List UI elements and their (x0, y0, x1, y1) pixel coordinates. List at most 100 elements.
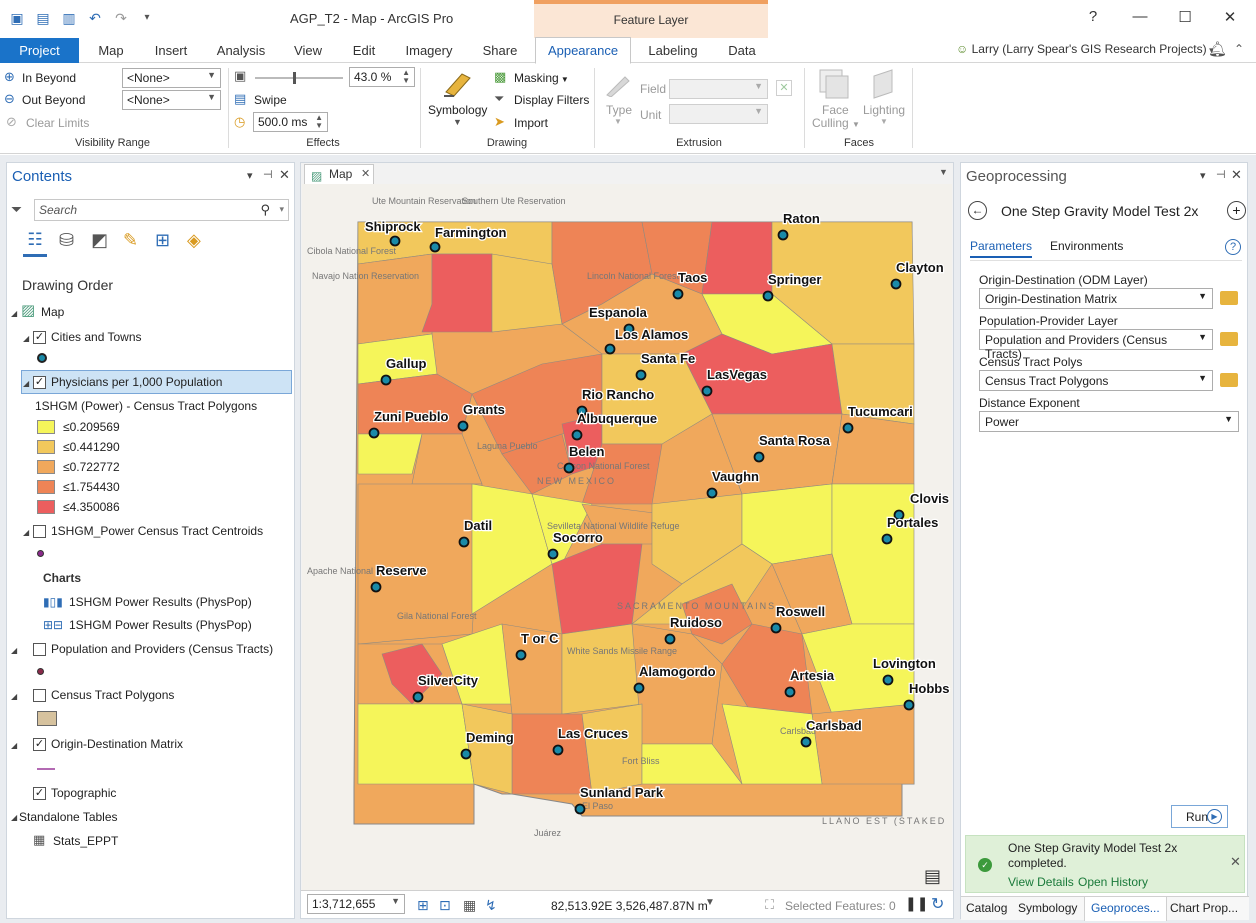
back-arrow-icon[interactable]: ← (968, 201, 987, 220)
display-filters-button[interactable]: Display Filters (514, 93, 589, 107)
view-details-link[interactable]: View Details (1008, 875, 1074, 889)
toc-census-tract-polygons[interactable]: Census Tract Polygons (51, 688, 174, 702)
collapse-icon[interactable]: ◢ (23, 334, 29, 343)
import-button[interactable]: Import (514, 116, 548, 130)
map-view-tab[interactable]: ▨ Map ✕ (304, 164, 374, 184)
correction-icon[interactable]: ↯ (485, 898, 497, 912)
symbology-button[interactable]: Symbology (428, 103, 487, 117)
list-by-drawing-order-icon[interactable]: ☷ (23, 231, 47, 257)
open-project-icon[interactable]: ▤ (34, 10, 52, 26)
close-pane-icon[interactable]: ✕ (279, 167, 290, 183)
transparency-slider[interactable] (255, 72, 343, 84)
in-beyond-button[interactable]: In Beyond (22, 71, 76, 85)
close-button[interactable]: ✕ (1220, 8, 1240, 26)
toc-stats-table[interactable]: Stats_EPPT (53, 834, 118, 848)
browse-folder-icon[interactable] (1220, 373, 1238, 387)
swipe-button[interactable]: Swipe (254, 93, 287, 107)
pop-providers-visibility-checkbox[interactable] (33, 643, 46, 656)
tab-view[interactable]: View (284, 38, 332, 63)
tab-appearance[interactable]: Appearance (535, 37, 631, 64)
list-by-editing-icon[interactable]: ✎ (123, 231, 138, 249)
save-project-icon[interactable]: ▥ (60, 10, 78, 26)
pin-icon[interactable]: ⊣ (263, 168, 273, 181)
collapse-icon[interactable]: ◢ (11, 309, 17, 318)
tab-symbology[interactable]: Symbology (1018, 901, 1077, 915)
minimize-button[interactable]: — (1130, 8, 1150, 25)
browse-folder-icon[interactable] (1220, 291, 1238, 305)
toc-map[interactable]: Map (41, 305, 64, 319)
tab-catalog[interactable]: Catalog (966, 901, 1007, 915)
tab-project[interactable]: Project (0, 38, 79, 63)
toc-centroids[interactable]: 1SHGM_Power Census Tract Centroids (51, 524, 263, 538)
toc-chart-histogram[interactable]: 1SHGM Power Results (PhysPop) (69, 595, 252, 609)
toc-chart-boxplot[interactable]: 1SHGM Power Results (PhysPop) (69, 618, 252, 632)
contents-search-input[interactable]: Search ⚲ ▾ (34, 199, 289, 221)
tab-map[interactable]: Map (86, 38, 136, 63)
close-pane-icon[interactable]: ✕ (1231, 167, 1242, 183)
tab-imagery[interactable]: Imagery (398, 38, 460, 63)
collapse-icon[interactable]: ◢ (23, 379, 29, 388)
ribbon-minimize-icon[interactable]: ⌃ (1234, 42, 1244, 56)
customize-qat-icon[interactable]: ▾ (138, 10, 156, 26)
tab-share[interactable]: Share (472, 38, 528, 63)
spinner-icon[interactable]: ▲ ▼ (402, 69, 410, 85)
out-beyond-button[interactable]: Out Beyond (22, 93, 85, 107)
tab-geoprocessing[interactable]: Geoproces... (1084, 897, 1167, 921)
tab-insert[interactable]: Insert (145, 38, 197, 63)
list-by-data-source-icon[interactable]: ⛁ (59, 231, 74, 249)
out-beyond-scale-select[interactable]: <None> ▼ (122, 90, 221, 110)
collapse-icon[interactable]: ◢ (23, 528, 29, 537)
spinner-icon[interactable]: ▲ ▼ (315, 114, 323, 130)
legend-swatch-class-5[interactable] (37, 500, 55, 514)
add-icon[interactable]: + (1227, 201, 1246, 220)
param-distance-exponent-select[interactable]: Power ▼ (979, 411, 1239, 432)
cities-visibility-checkbox[interactable]: ✓ (33, 331, 46, 344)
search-icon[interactable]: ⚲ (260, 202, 270, 218)
notification-bell-icon[interactable]: 🔔︎ (1208, 40, 1227, 58)
list-by-labeling-icon[interactable]: ◈ (187, 231, 201, 249)
tab-labeling[interactable]: Labeling (640, 38, 706, 63)
refresh-icon[interactable]: ↻ (931, 894, 944, 914)
legend-swatch-class-2[interactable] (37, 440, 55, 454)
scale-lock-icon[interactable]: ⊞ (417, 898, 429, 912)
help-icon[interactable]: ? (1225, 239, 1241, 255)
snapping-icon[interactable]: ⊡ (439, 898, 451, 912)
list-by-selection-icon[interactable]: ◩ (91, 231, 108, 249)
user-account[interactable]: ☺ Larry (Larry Spear's GIS Research Proj… (956, 42, 1214, 56)
view-list-dropdown-icon[interactable]: ▼ (939, 167, 948, 177)
in-beyond-scale-select[interactable]: <None> ▼ (122, 68, 221, 88)
toc-population-providers[interactable]: Population and Providers (Census Tracts) (51, 642, 273, 656)
collapse-icon[interactable]: ◢ (11, 813, 17, 822)
transparency-input[interactable]: 43.0 % ▲ ▼ (349, 67, 415, 87)
toc-cities-and-towns[interactable]: Cities and Towns (51, 330, 142, 344)
collapse-icon[interactable]: ◢ (11, 646, 17, 655)
masking-button[interactable]: Masking ▼ (514, 71, 569, 85)
pane-options-icon[interactable]: ▾ (247, 169, 253, 182)
tract-polygons-visibility-checkbox[interactable] (33, 689, 46, 702)
list-by-snapping-icon[interactable]: ⊞ (155, 231, 170, 249)
toc-physicians-per-1000[interactable]: Physicians per 1,000 Population (51, 375, 222, 389)
transparency-slider-thumb[interactable] (292, 72, 296, 84)
param-pop-provider-select[interactable]: Population and Providers (Census Tracts)… (979, 329, 1213, 361)
run-button[interactable]: Run ▶ (1171, 805, 1228, 828)
toc-topographic-basemap[interactable]: Topographic (51, 786, 116, 800)
tab-chart-properties[interactable]: Chart Prop... (1170, 901, 1238, 915)
tab-parameters[interactable]: Parameters (970, 239, 1033, 258)
physicians-visibility-checkbox[interactable]: ✓ (33, 376, 46, 389)
pause-drawing-icon[interactable]: ❚❚ (905, 895, 928, 912)
centroids-visibility-checkbox[interactable] (33, 525, 46, 538)
legend-swatch-class-1[interactable] (37, 420, 55, 434)
browse-folder-icon[interactable] (1220, 332, 1238, 346)
tab-data[interactable]: Data (718, 38, 766, 63)
coordinate-format-dropdown-icon[interactable]: ▼ (705, 897, 715, 908)
maximize-button[interactable]: ☐ (1175, 8, 1195, 26)
undo-icon[interactable]: ↶ (86, 10, 104, 26)
tab-environments[interactable]: Environments (1050, 239, 1123, 253)
open-history-link[interactable]: Open History (1078, 875, 1148, 889)
close-tab-icon[interactable]: ✕ (361, 165, 370, 183)
legend-swatch-class-4[interactable] (37, 480, 55, 494)
map-canvas[interactable]: Ute Mountain Reservation Southern Ute Res… (302, 184, 952, 890)
legend-swatch-class-3[interactable] (37, 460, 55, 474)
grid-icon[interactable]: ▦ (463, 898, 476, 912)
pane-options-icon[interactable]: ▾ (1200, 169, 1206, 182)
